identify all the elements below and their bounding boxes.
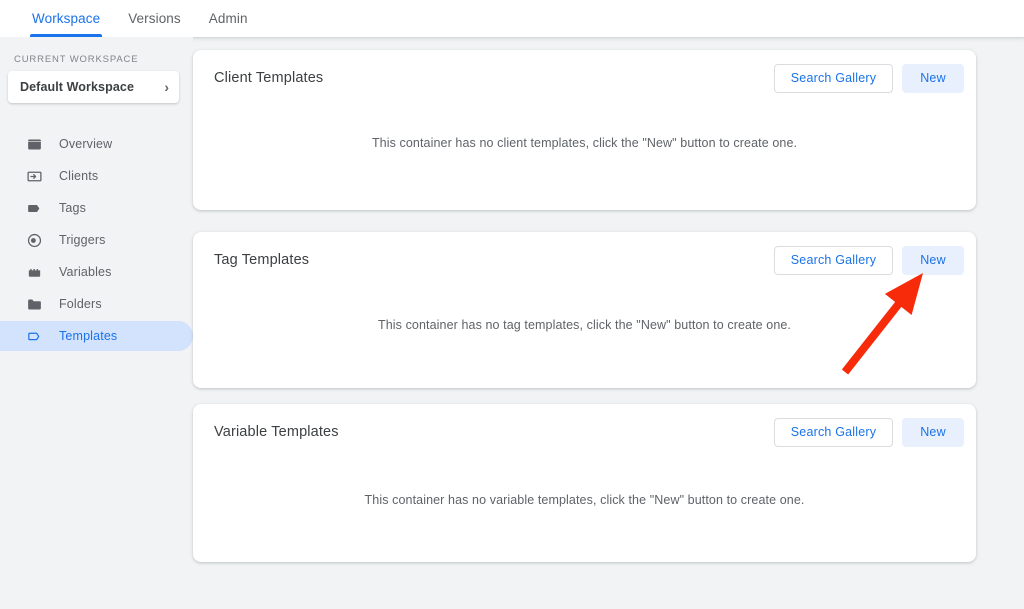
variables-icon bbox=[25, 263, 43, 281]
client-templates-header: Client Templates Search Gallery New bbox=[193, 50, 976, 106]
tag-templates-header: Tag Templates Search Gallery New bbox=[193, 232, 976, 288]
sidebar-nav: Overview Clients Tags Triggers Variables… bbox=[0, 129, 193, 351]
variable-templates-search-gallery-label: Search Gallery bbox=[790, 425, 877, 439]
main-tabs: Workspace Versions Admin bbox=[0, 0, 262, 37]
variable-templates-empty-state: This container has no variable templates… bbox=[364, 493, 805, 507]
variable-templates-new-label: New bbox=[920, 425, 946, 439]
client-templates-new-label: New bbox=[920, 71, 946, 85]
variable-templates-actions: Search Gallery New bbox=[774, 417, 964, 447]
overview-icon bbox=[25, 135, 43, 153]
sidebar-item-triggers-label: Triggers bbox=[59, 233, 106, 247]
tab-admin-label: Admin bbox=[208, 11, 248, 26]
client-templates-search-gallery-button[interactable]: Search Gallery bbox=[774, 63, 893, 93]
tag-templates-search-gallery-button[interactable]: Search Gallery bbox=[774, 245, 893, 275]
triggers-icon bbox=[25, 231, 43, 249]
sidebar-item-templates-label: Templates bbox=[59, 329, 118, 343]
sidebar-item-tags-label: Tags bbox=[59, 201, 87, 215]
tags-icon bbox=[25, 199, 43, 217]
sidebar-item-triggers[interactable]: Triggers bbox=[0, 225, 193, 255]
variable-templates-header: Variable Templates Search Gallery New bbox=[193, 404, 976, 460]
sidebar-item-overview[interactable]: Overview bbox=[0, 129, 193, 159]
variable-templates-card: Variable Templates Search Gallery New Th… bbox=[193, 404, 976, 562]
workspace-name: Default Workspace bbox=[20, 80, 135, 94]
client-templates-title: Client Templates bbox=[214, 70, 324, 86]
tag-templates-search-gallery-label: Search Gallery bbox=[790, 253, 877, 267]
client-templates-empty-state: This container has no client templates, … bbox=[371, 136, 798, 150]
sidebar-item-clients[interactable]: Clients bbox=[0, 161, 193, 191]
tag-templates-new-label: New bbox=[920, 253, 946, 267]
variable-templates-title: Variable Templates bbox=[214, 424, 339, 440]
tag-templates-new-button[interactable]: New bbox=[902, 245, 964, 275]
tab-versions-label: Versions bbox=[128, 11, 181, 26]
client-templates-actions: Search Gallery New bbox=[774, 63, 964, 93]
tag-templates-title: Tag Templates bbox=[214, 252, 310, 268]
top-bar: Workspace Versions Admin bbox=[0, 0, 1024, 37]
sidebar: CURRENT WORKSPACE Default Workspace › Ov… bbox=[0, 37, 193, 609]
tab-workspace[interactable]: Workspace bbox=[18, 11, 114, 37]
app-root: Workspace Versions Admin CURRENT WORKSPA… bbox=[0, 0, 1024, 609]
tag-templates-actions: Search Gallery New bbox=[774, 245, 964, 275]
sidebar-item-clients-label: Clients bbox=[59, 169, 99, 183]
chevron-right-icon: › bbox=[164, 79, 169, 95]
main-content: Client Templates Search Gallery New This… bbox=[193, 37, 1024, 609]
client-templates-new-button[interactable]: New bbox=[902, 63, 964, 93]
tab-admin[interactable]: Admin bbox=[195, 11, 262, 37]
current-workspace-label: CURRENT WORKSPACE bbox=[14, 54, 139, 65]
tab-versions[interactable]: Versions bbox=[114, 11, 195, 37]
sidebar-item-folders-label: Folders bbox=[59, 297, 102, 311]
sidebar-item-variables-label: Variables bbox=[59, 265, 112, 279]
sidebar-item-variables[interactable]: Variables bbox=[0, 257, 193, 287]
variable-templates-search-gallery-button[interactable]: Search Gallery bbox=[774, 417, 893, 447]
sidebar-item-tags[interactable]: Tags bbox=[0, 193, 193, 223]
folders-icon bbox=[25, 295, 43, 313]
client-templates-card: Client Templates Search Gallery New This… bbox=[193, 50, 976, 210]
tab-workspace-label: Workspace bbox=[32, 11, 101, 26]
sidebar-item-overview-label: Overview bbox=[59, 137, 113, 151]
sidebar-item-templates[interactable]: Templates bbox=[0, 321, 193, 351]
variable-templates-new-button[interactable]: New bbox=[902, 417, 964, 447]
clients-icon bbox=[25, 167, 43, 185]
templates-icon bbox=[25, 327, 43, 345]
tag-templates-empty-state: This container has no tag templates, cli… bbox=[377, 318, 792, 332]
tag-templates-card: Tag Templates Search Gallery New This co… bbox=[193, 232, 976, 388]
workspace-selector[interactable]: Default Workspace › bbox=[8, 71, 179, 103]
sidebar-item-folders[interactable]: Folders bbox=[0, 289, 193, 319]
client-templates-search-gallery-label: Search Gallery bbox=[790, 71, 877, 85]
